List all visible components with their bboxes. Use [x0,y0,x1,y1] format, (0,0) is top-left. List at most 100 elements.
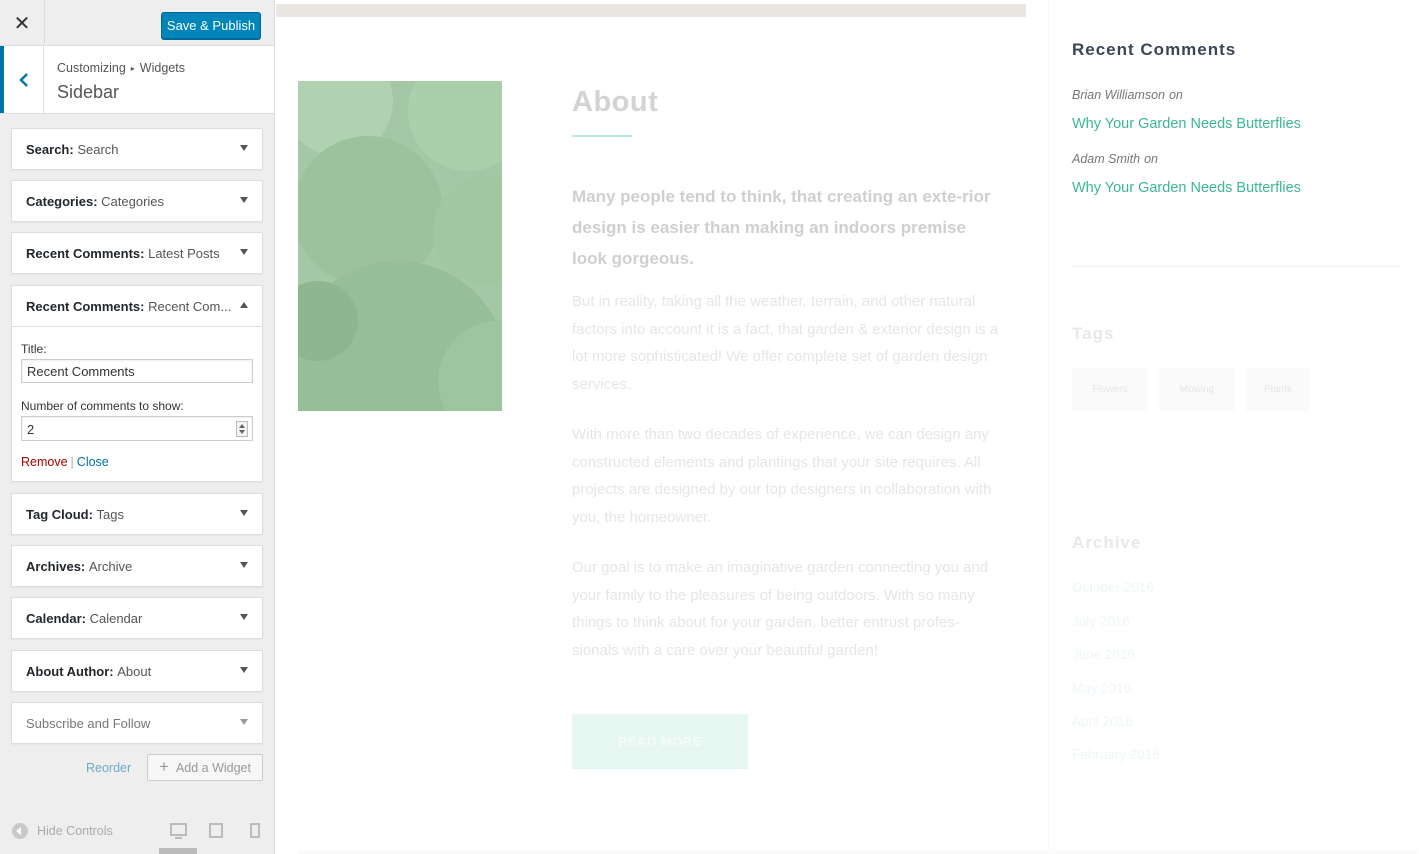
mobile-preview-icon[interactable] [250,823,260,838]
widget-about-author: About Author: About [11,650,263,692]
customizer-header: ✕ Save & Publish [0,0,274,46]
expand-arrow-icon[interactable] [240,667,248,673]
section-header: Customizing ▸ Widgets Sidebar [0,46,274,114]
collapse-arrow-icon[interactable] [240,302,248,308]
widget-header[interactable]: Recent Comments: Latest Posts [12,233,262,273]
widget-header[interactable]: About Author: About [12,651,262,691]
about-lead: Many people tend to think, that creating… [572,187,991,268]
widget-type: Tag Cloud: [26,506,93,522]
read-more-button[interactable]: READ MORE [572,714,748,769]
hide-controls-label: Hide Controls [37,824,113,838]
widget-header[interactable]: Archives: Archive [12,546,262,586]
close-icon: ✕ [13,12,31,35]
comment-author: Brian Williamson on [1072,88,1183,102]
title-label: Title: [21,342,47,356]
expand-arrow-icon[interactable] [240,510,248,516]
garden-bushes-image [298,81,502,411]
widget-title: About [117,663,152,679]
expand-arrow-icon[interactable] [240,249,248,255]
section-title: Sidebar [57,82,120,102]
widget-actions: Remove | Close [21,455,253,469]
plus-icon: + [159,756,169,776]
widget-type: Calendar: [26,610,86,626]
count-label: Number of comments to show: [21,399,184,413]
widget-header[interactable]: Tag Cloud: Tags [12,494,262,534]
comment-author: Adam Smith on [1072,152,1158,166]
site-preview: About Many people tend to think, that cr… [276,0,1419,854]
breadcrumb-customizing: Customizing [57,61,126,75]
expand-arrow-icon[interactable] [240,145,248,151]
close-customizer-button[interactable]: ✕ [0,0,45,46]
desktop-preview-icon[interactable] [170,823,187,839]
close-link[interactable]: Close [77,455,109,469]
comment-post-link[interactable]: Why Your Garden Needs Butterflies [1072,116,1301,132]
customizer-footer: Hide Controls [0,810,275,854]
widget-type: Archives: [26,558,86,574]
archive-heading: Archive [1072,533,1142,552]
tags-heading: Tags [1072,324,1115,343]
widget-form: Title: Number of comments to show: 2 Rem… [12,326,262,481]
reorder-link[interactable]: Reorder [86,761,131,775]
footer-edge [298,850,1418,854]
tag-mowing[interactable]: Mowing [1159,368,1235,411]
widget-type: About Author: [26,663,114,679]
expand-arrow-icon[interactable] [240,197,248,203]
widget-categories: Categories: Categories [11,180,263,222]
comment-on: on [1168,88,1183,102]
widget-title: Calendar [89,610,143,626]
archive-link[interactable]: October 2016 [1072,580,1154,595]
tag-plants[interactable]: Plants [1246,368,1310,411]
widget-subscribe-follow: Subscribe and Follow [11,702,263,744]
back-button[interactable] [0,46,44,113]
widget-type: Search: [26,141,74,157]
expand-arrow-icon[interactable] [240,562,248,568]
widget-type: Recent Comments: [26,298,145,314]
widget-tag-cloud: Tag Cloud: Tags [11,493,263,535]
widget-header[interactable]: Subscribe and Follow [12,703,262,743]
about-title: About [572,86,659,118]
tag-flowers[interactable]: Flowers [1072,368,1148,411]
widget-search: Search: Search [11,128,263,170]
collapse-icon [12,823,28,839]
add-widget-label: Add a Widget [175,760,251,775]
widget-header[interactable]: Recent Comments: Recent Com... [12,286,262,326]
widget-header[interactable]: Calendar: Calendar [12,598,262,638]
breadcrumb-widgets: Widgets [139,61,185,75]
expand-arrow-icon[interactable] [240,614,248,620]
archive-link[interactable]: July 2016 [1072,614,1130,629]
hide-controls-button[interactable]: Hide Controls [12,823,113,839]
widget-recent-comments-expanded: Recent Comments: Recent Com... Title: Nu… [11,285,263,482]
tablet-preview-icon[interactable] [209,823,223,838]
widget-type: Categories: [26,193,98,209]
expand-arrow-icon[interactable] [240,719,248,725]
widget-type: Subscribe and Follow [26,715,151,731]
widget-title: Search [77,141,119,157]
title-underline [572,135,632,137]
chevron-left-icon [18,72,28,87]
widget-recent-comments-latest: Recent Comments: Latest Posts [11,232,263,274]
save-publish-button[interactable]: Save & Publish [161,12,261,39]
archive-link[interactable]: May 2016 [1072,681,1131,696]
widget-header[interactable]: Search: Search [12,129,262,169]
widget-calendar: Calendar: Calendar [11,597,263,639]
breadcrumb: Customizing ▸ Widgets [57,61,185,75]
recent-comments-heading: Recent Comments [1072,40,1237,59]
number-spinner-icon[interactable] [236,421,248,437]
archive-link[interactable]: April 2016 [1072,714,1133,729]
about-paragraph-2: With more than two decades of experience… [572,426,992,526]
archive-link[interactable]: February 2016 [1072,747,1160,762]
customizer-panel: ✕ Save & Publish Customizing ▸ Widgets Sid… [0,0,275,854]
header-strip [276,4,1026,17]
archive-link[interactable]: June 2016 [1072,647,1135,662]
comment-post-link[interactable]: Why Your Garden Needs Butterflies [1072,180,1301,196]
remove-link[interactable]: Remove [21,455,68,469]
widget-type: Recent Comments: [26,245,145,261]
title-input[interactable] [21,359,253,383]
comment-count-input[interactable]: 2 [21,416,253,441]
add-widget-button[interactable]: + Add a Widget [147,754,263,781]
widget-title: Tags [96,506,125,522]
widget-archives: Archives: Archive [11,545,263,587]
comment-author-name: Brian Williamson [1072,88,1165,102]
widget-header[interactable]: Categories: Categories [12,181,262,221]
link-divider: | [70,455,74,469]
